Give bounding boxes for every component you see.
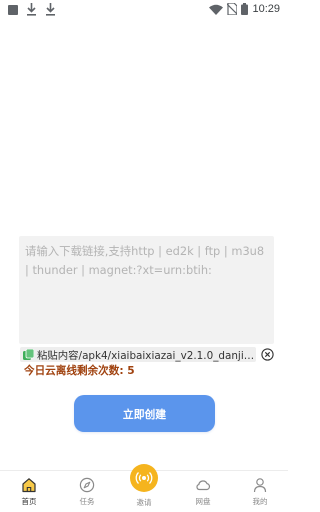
status-bar-system: 10:29: [209, 3, 280, 15]
download-link-placeholder: 请输入下载链接,支持http | ed2k | ftp | m3u8 | thu…: [25, 244, 265, 277]
compass-icon: [79, 477, 95, 493]
nav-label-tasks: 任务: [79, 497, 95, 506]
notification-square-icon: [8, 4, 18, 15]
close-circle-icon[interactable]: [261, 348, 274, 361]
wifi-icon: [209, 4, 224, 15]
no-sim-icon: [227, 3, 238, 15]
battery-icon: [241, 3, 249, 15]
cloud-icon: [196, 480, 211, 491]
create-now-button-label: 立即创建: [122, 407, 167, 421]
paste-suggestion-text: 粘贴内容/apk4/xiaibaixiazai_v2.1.0_danji100.…: [37, 350, 256, 362]
nav-item-tasks[interactable]: 任务: [59, 471, 115, 512]
home-icon: [22, 478, 36, 493]
download-icon: [27, 3, 36, 16]
clipboard-icon: [23, 349, 34, 360]
status-time: 10:29: [252, 3, 280, 15]
nav-item-home[interactable]: 首页: [1, 471, 57, 512]
nav-item-mine[interactable]: 我的: [232, 471, 288, 512]
download-link-input[interactable]: 请输入下载链接,支持http | ed2k | ftp | m3u8 | thu…: [19, 236, 274, 344]
download-icon: [46, 3, 55, 16]
broadcast-icon: [135, 472, 153, 484]
nav-label-home: 首页: [21, 497, 37, 506]
nav-label-mine: 我的: [252, 497, 268, 506]
create-now-button[interactable]: 立即创建: [74, 395, 215, 432]
status-bar: 10:29: [0, 0, 288, 20]
remaining-count-text: 今日云离线剩余次数: 5: [24, 365, 135, 377]
nav-item-invite[interactable]: [130, 464, 158, 492]
nav-item-cloud-drive[interactable]: 网盘: [175, 471, 231, 512]
status-bar-notifications: [8, 3, 56, 16]
nav-label-invite: 邀请: [136, 498, 152, 507]
nav-label-cloud-drive: 网盘: [195, 497, 211, 506]
app-screen: 10:29 请输入下载链接,支持http | ed2k | ftp | m3u8…: [0, 0, 288, 512]
paste-suggestion[interactable]: 粘贴内容/apk4/xiaibaixiazai_v2.1.0_danji100.…: [20, 347, 256, 362]
person-icon: [253, 478, 267, 493]
